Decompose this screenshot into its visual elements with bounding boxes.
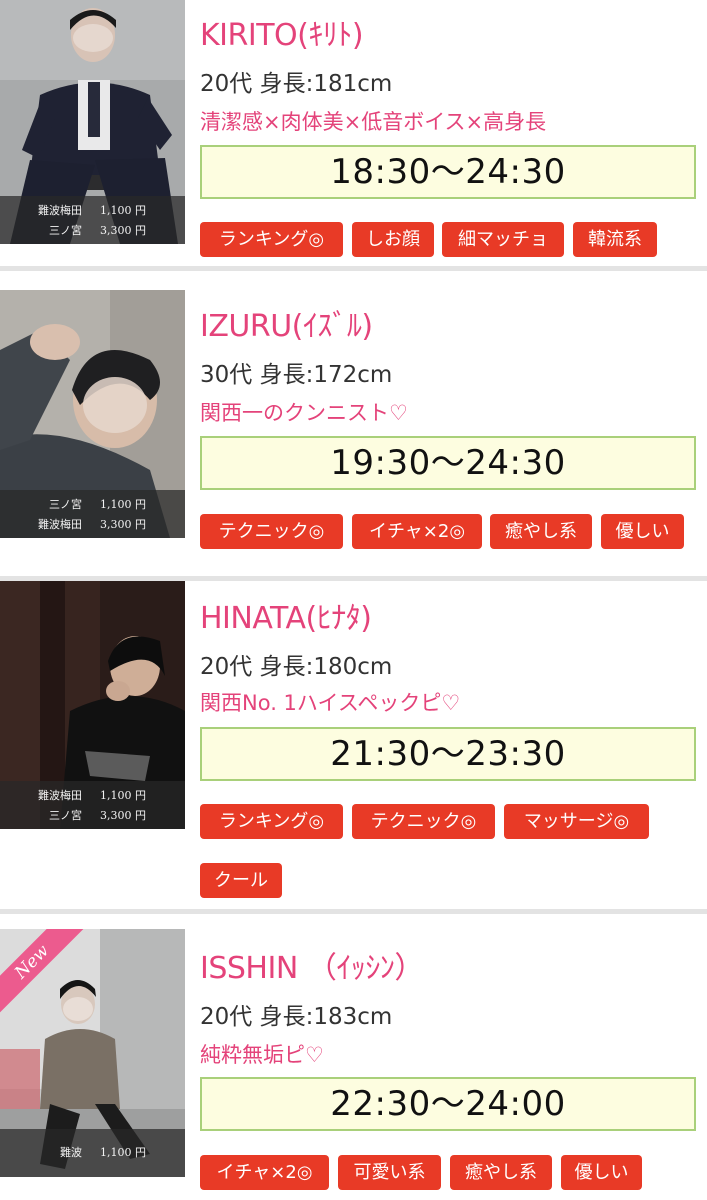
cast-age-height: 20代 身長:181cm [200,71,393,97]
price-area: 三ノ宮 [49,498,82,511]
price-amount: 1,100 円 [100,498,146,511]
price-panel: 難波梅田 1,100 円 三ノ宮 3,300 円 [0,196,185,244]
tag[interactable]: しお顔 [352,222,434,257]
tag[interactable]: 優しい [601,514,684,549]
price-area: 難波 [60,1146,82,1159]
price-area: 難波梅田 [38,789,82,802]
tag[interactable]: ランキング◎ [200,804,343,839]
tag[interactable]: クール [200,863,282,898]
cast-photo[interactable]: 難波梅田 1,100 円 三ノ宮 3,300 円 [0,581,185,829]
price-row: 三ノ宮 1,100 円 [0,496,185,516]
cast-catchphrase: 関西No. 1ハイスペックピ♡ [200,691,461,715]
price-row: 三ノ宮 3,300 円 [0,222,185,242]
cast-name[interactable]: KIRITO(ｷﾘﾄ) [200,10,364,54]
cast-schedule-time: 18:30〜24:30 [200,145,696,199]
cast-photo[interactable]: 難波梅田 1,100 円 三ノ宮 3,300 円 [0,0,185,244]
tag[interactable]: 細マッチョ [442,222,564,257]
cast-card-isshin[interactable]: New 難波 1,100 円 ISSHIN （ｲｯｼﾝ） 20代 身長:183c… [0,929,707,1200]
cast-schedule-time: 21:30〜23:30 [200,727,696,781]
card-divider [0,266,707,271]
price-area: 三ノ宮 [49,224,82,237]
tag[interactable]: テクニック◎ [352,804,495,839]
cast-photo[interactable]: 三ノ宮 1,100 円 難波梅田 3,300 円 [0,290,185,538]
cast-info: IZURU(ｲｽﾞﾙ) 30代 身長:172cm 関西一のクンニスト♡ 19:3… [200,290,707,560]
cast-card-kirito[interactable]: 難波梅田 1,100 円 三ノ宮 3,300 円 KIRITO(ｷﾘﾄ) 20代… [0,0,707,268]
cast-catchphrase: 純粋無垢ピ♡ [200,1043,324,1067]
cast-age-height: 20代 身長:180cm [200,654,393,680]
cast-schedule-time: 19:30〜24:30 [200,436,696,490]
price-amount: 3,300 円 [100,518,146,531]
cast-name[interactable]: ISSHIN （ｲｯｼﾝ） [200,943,424,987]
cast-card-hinata[interactable]: 難波梅田 1,100 円 三ノ宮 3,300 円 HINATA(ﾋﾅﾀ) 20代… [0,581,707,903]
cast-catchphrase: 清潔感×肉体美×低音ボイス×高身長 [200,110,547,134]
price-row: 難波梅田 1,100 円 [0,787,185,807]
cast-card-izuru[interactable]: 三ノ宮 1,100 円 難波梅田 3,300 円 IZURU(ｲｽﾞﾙ) 30代… [0,290,707,560]
cast-photo[interactable]: New 難波 1,100 円 [0,929,185,1177]
tag[interactable]: 可愛い系 [338,1155,441,1190]
card-divider [0,909,707,914]
cast-info: ISSHIN （ｲｯｼﾝ） 20代 身長:183cm 純粋無垢ピ♡ 22:30〜… [200,929,707,1200]
tag[interactable]: イチャ×2◎ [352,514,482,549]
tag[interactable]: 癒やし系 [490,514,592,549]
cast-age-height: 30代 身長:172cm [200,362,393,388]
tag[interactable]: ランキング◎ [200,222,343,257]
price-row: 難波 1,100 円 [0,1144,185,1164]
tag[interactable]: 韓流系 [573,222,657,257]
price-area: 三ノ宮 [49,809,82,822]
price-area: 難波梅田 [38,518,82,531]
price-panel: 三ノ宮 1,100 円 難波梅田 3,300 円 [0,490,185,538]
tag[interactable]: イチャ×2◎ [200,1155,329,1190]
price-amount: 1,100 円 [100,789,146,802]
price-area: 難波梅田 [38,204,82,217]
price-panel: 難波 1,100 円 [0,1129,185,1177]
tag[interactable]: マッサージ◎ [504,804,649,839]
price-row: 三ノ宮 3,300 円 [0,807,185,827]
price-panel: 難波梅田 1,100 円 三ノ宮 3,300 円 [0,781,185,829]
cast-name[interactable]: IZURU(ｲｽﾞﾙ) [200,301,373,345]
cast-info: KIRITO(ｷﾘﾄ) 20代 身長:181cm 清潔感×肉体美×低音ボイス×高… [200,0,707,268]
cast-catchphrase: 関西一のクンニスト♡ [200,401,408,425]
price-amount: 1,100 円 [100,1146,146,1159]
price-row: 難波梅田 1,100 円 [0,202,185,222]
cast-age-height: 20代 身長:183cm [200,1004,393,1030]
cast-schedule-time: 22:30〜24:00 [200,1077,696,1131]
cast-name[interactable]: HINATA(ﾋﾅﾀ) [200,593,372,637]
tag[interactable]: テクニック◎ [200,514,343,549]
price-row: 難波梅田 3,300 円 [0,516,185,536]
tag[interactable]: 癒やし系 [450,1155,552,1190]
price-amount: 3,300 円 [100,224,146,237]
tag[interactable]: 優しい [561,1155,642,1190]
price-amount: 1,100 円 [100,204,146,217]
price-amount: 3,300 円 [100,809,146,822]
cast-info: HINATA(ﾋﾅﾀ) 20代 身長:180cm 関西No. 1ハイスペックピ♡… [200,581,707,903]
